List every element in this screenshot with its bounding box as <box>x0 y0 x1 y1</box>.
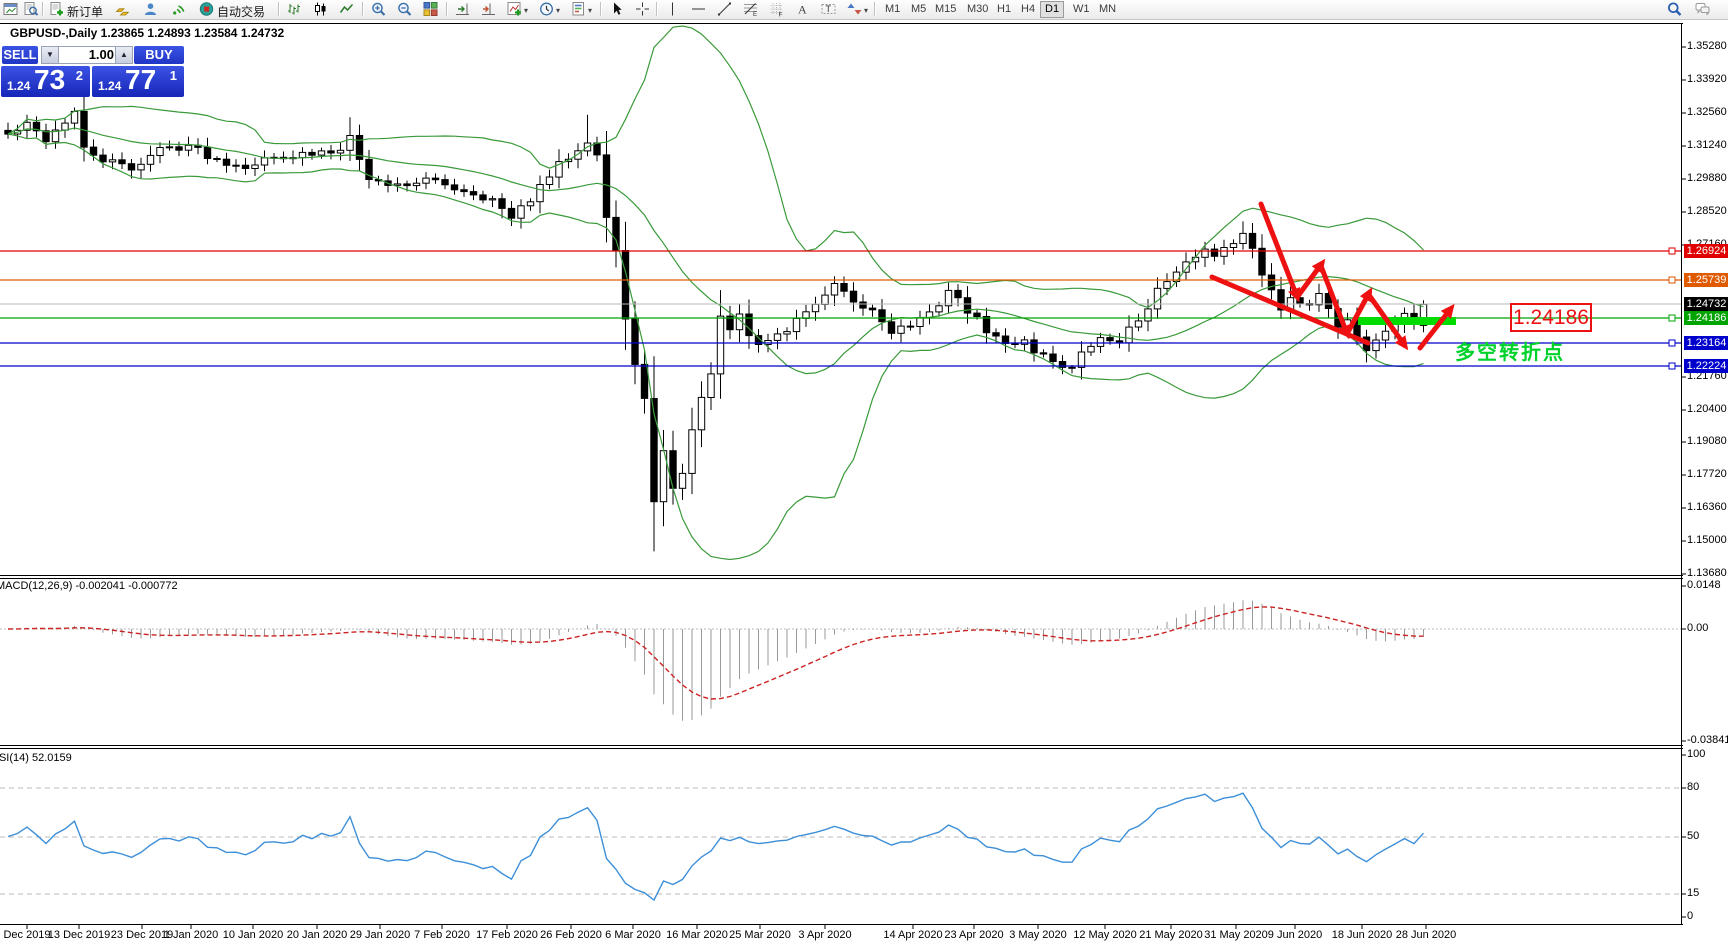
date-label: 1 Jan 2020 <box>163 929 219 941</box>
ask-price-big: 77 <box>125 64 157 95</box>
date-label: 16 Mar 2020 <box>666 929 728 941</box>
date-label: 7 Feb 2020 <box>414 929 470 941</box>
date-label: 17 Feb 2020 <box>476 929 538 941</box>
price-tick-label: 1.16360 <box>1687 501 1727 513</box>
price-tick-label: 1.33920 <box>1687 73 1727 85</box>
date-label: 3 Apr 2020 <box>798 929 852 941</box>
price-tick-label: 1.17720 <box>1687 468 1727 480</box>
rsi-axis-label: 100 <box>1687 748 1706 760</box>
macd-axis-label: 0.00 <box>1687 622 1709 634</box>
rsi-axis-label: 0 <box>1687 910 1694 922</box>
bid-price-small: 1.24 <box>7 79 31 93</box>
candles-layer <box>4 95 1428 552</box>
price-level-badge[interactable]: 1.26924 <box>1684 244 1728 258</box>
date-label: 21 May 2020 <box>1139 929 1203 941</box>
rsi-axis-label: 80 <box>1687 781 1700 793</box>
price-level-badge[interactable]: 1.23164 <box>1684 336 1728 350</box>
chart-canvas[interactable] <box>0 0 1728 941</box>
turning-point-annotation[interactable]: 多空转折点 <box>1455 336 1565 365</box>
level-line-handle[interactable] <box>1668 362 1676 370</box>
date-label: 31 May 2020 <box>1204 929 1268 941</box>
date-label: 6 Mar 2020 <box>605 929 661 941</box>
level-line-handle[interactable] <box>1668 247 1676 255</box>
price-tick-label: 1.15000 <box>1687 534 1727 546</box>
date-label: Dec 2019 <box>3 929 51 941</box>
rsi-axis-label: 15 <box>1687 887 1700 899</box>
date-label: 9 Jun 2020 <box>1267 929 1323 941</box>
price-tick-label: 1.28520 <box>1687 205 1727 217</box>
price-level-badge[interactable]: 1.22224 <box>1684 359 1728 373</box>
price-tick-label: 1.35280 <box>1687 40 1727 52</box>
ask-price-button[interactable]: 1.24 77 1 <box>92 64 184 97</box>
date-label: 26 Feb 2020 <box>540 929 602 941</box>
price-tick-label: 1.13680 <box>1687 567 1727 579</box>
chart-title: GBPUSD-,Daily 1.23865 1.24893 1.23584 1.… <box>10 26 285 40</box>
volume-input[interactable]: 1.00 <box>58 46 121 64</box>
date-label: 25 Mar 2020 <box>729 929 791 941</box>
price-level-badge[interactable]: 1.25739 <box>1684 273 1728 287</box>
macd-axis-label: -0.038415 <box>1687 734 1728 746</box>
date-label: 12 May 2020 <box>1073 929 1137 941</box>
price-tick-label: 1.31240 <box>1687 139 1727 151</box>
volume-down-button[interactable]: ▼ <box>41 46 59 64</box>
buy-button[interactable]: BUY <box>134 46 184 64</box>
price-flag-annotation[interactable]: 1.24186 <box>1510 303 1592 332</box>
arrow-annotation[interactable] <box>1318 263 1349 334</box>
date-label: 23 Apr 2020 <box>944 929 1004 941</box>
price-tick-label: 1.19080 <box>1687 435 1727 447</box>
price-tick-label: 1.20400 <box>1687 403 1727 415</box>
sell-button[interactable]: SELL <box>2 46 38 64</box>
macd-axis-label: 0.0148 <box>1687 579 1721 591</box>
level-lines-layer <box>0 247 1681 370</box>
ask-price-sup: 1 <box>169 68 177 83</box>
rsi-label: RSI(14) 52.0159 <box>0 752 72 764</box>
rsi-layer <box>0 787 1681 902</box>
date-label: 20 Jan 2020 <box>286 929 348 941</box>
price-level-badge[interactable]: 1.24186 <box>1684 311 1728 325</box>
volume-up-button[interactable]: ▲ <box>115 46 133 64</box>
bollinger-bands-layer <box>7 25 1424 561</box>
rsi-axis-label: 50 <box>1687 830 1700 842</box>
date-label: 13 Dec 2019 <box>47 929 111 941</box>
bid-price-button[interactable]: 1.24 73 2 <box>1 64 90 97</box>
bid-price-sup: 2 <box>75 68 83 83</box>
date-label: 28 Jun 2020 <box>1395 929 1457 941</box>
date-label: 14 Apr 2020 <box>883 929 943 941</box>
level-line-handle[interactable] <box>1668 276 1676 284</box>
date-label: 10 Jan 2020 <box>222 929 284 941</box>
date-label: 3 May 2020 <box>1009 929 1067 941</box>
date-label: 29 Jan 2020 <box>349 929 411 941</box>
bid-price-big: 73 <box>34 64 66 95</box>
level-line-handle[interactable] <box>1668 339 1676 347</box>
date-label: 18 Jun 2020 <box>1331 929 1393 941</box>
price-tick-label: 1.29880 <box>1687 172 1727 184</box>
macd-layer <box>0 600 1681 721</box>
macd-label: MACD(12,26,9) -0.002041 -0.000772 <box>0 580 178 592</box>
level-line-handle[interactable] <box>1668 314 1676 322</box>
current-price-badge: 1.24732 <box>1684 297 1728 311</box>
mt4-application: 新订单 自动交易 ▾ ▾ ▾ E F A T ▾ M1 M5 M15 M30 H1 H4 D1 W1 MN GBPU… <box>0 0 1728 941</box>
price-tick-label: 1.32560 <box>1687 106 1727 118</box>
ask-price-small: 1.24 <box>98 79 122 93</box>
